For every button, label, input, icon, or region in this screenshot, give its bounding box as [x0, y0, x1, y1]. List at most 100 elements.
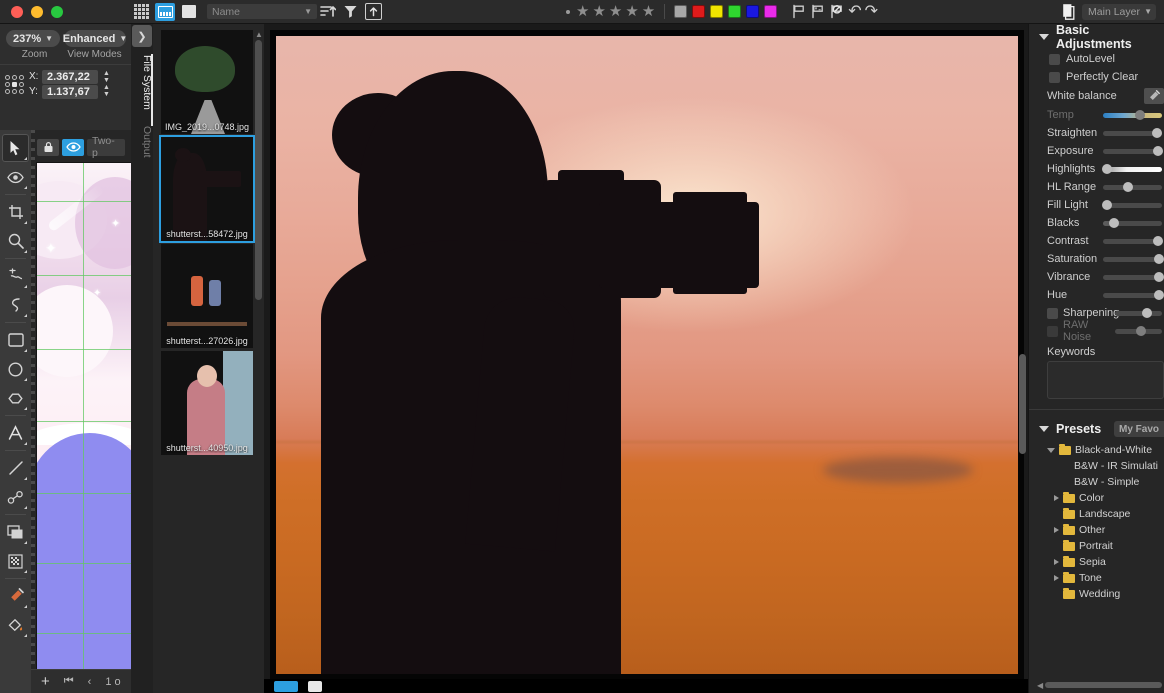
clone-tool[interactable] — [2, 262, 29, 290]
path-tool[interactable] — [2, 483, 29, 511]
sort-field-dropdown[interactable]: Name ▼ — [207, 4, 317, 19]
first-page-button[interactable]: ⏮ — [64, 675, 74, 688]
expand-panel-button[interactable]: ❯ — [132, 25, 152, 47]
minimize-button[interactable] — [31, 5, 43, 18]
tree-item-wedding[interactable]: Wedding — [1047, 586, 1164, 602]
scroll-up-arrow[interactable]: ▲ — [255, 30, 263, 39]
pattern-tool[interactable] — [2, 547, 29, 575]
slider-track[interactable] — [1115, 326, 1162, 336]
anchor-point-selector[interactable] — [5, 74, 24, 94]
sharpening-checkbox[interactable] — [1047, 307, 1058, 319]
presets-horizontal-scrollbar[interactable]: ◀ — [1037, 681, 1162, 690]
line-tool[interactable] — [2, 454, 29, 482]
flag-rejected-icon[interactable] — [829, 4, 845, 19]
view-mode-dropdown[interactable]: Enhanced ▼ — [63, 30, 127, 47]
x-input[interactable]: 2.367,22 — [42, 69, 98, 84]
sidebar-tab-output[interactable]: Output — [131, 118, 153, 166]
slider-knob[interactable] — [1152, 236, 1163, 246]
slider-hue[interactable]: Hue — [1029, 286, 1164, 304]
slider-track[interactable] — [1103, 128, 1163, 138]
tab-my-favorites[interactable]: My Favo — [1113, 421, 1164, 437]
slider-temp[interactable]: Temp — [1029, 106, 1164, 124]
filmstrip-scrollbar[interactable]: ▲ — [255, 30, 263, 687]
presets-header[interactable]: Presets My Favo — [1029, 416, 1164, 442]
close-button[interactable] — [11, 5, 23, 18]
zoom-button[interactable] — [51, 5, 63, 18]
slider-knob[interactable] — [1141, 308, 1152, 318]
tree-item-landscape[interactable]: Landscape — [1047, 506, 1164, 522]
white-balance-picker-button[interactable] — [1144, 88, 1164, 104]
slider-track[interactable] — [1103, 290, 1164, 300]
tree-item-sepia[interactable]: Sepia — [1047, 554, 1164, 570]
rectangle-tool[interactable] — [2, 326, 29, 354]
tree-item-other[interactable]: Other — [1047, 522, 1164, 538]
layer-lock-toggle[interactable] — [37, 138, 59, 156]
scrollbar-thumb[interactable] — [1045, 682, 1162, 688]
slider-exposure[interactable]: Exposure — [1029, 142, 1164, 160]
slider-track[interactable] — [1101, 200, 1162, 210]
slider-contrast[interactable]: Contrast — [1029, 232, 1164, 250]
status-chip[interactable] — [274, 680, 298, 692]
y-input[interactable]: 1.137,67 — [42, 84, 98, 99]
star-5[interactable]: ★ — [642, 4, 655, 19]
scroll-left-arrow[interactable]: ◀ — [1037, 681, 1043, 690]
redo-button[interactable]: ↷ — [865, 3, 878, 20]
slider-track[interactable] — [1103, 236, 1163, 246]
filmstrip-view-button[interactable] — [155, 2, 175, 21]
scrollbar-thumb[interactable] — [255, 40, 262, 300]
caret-down-icon[interactable] — [1047, 447, 1055, 453]
polygon-tool[interactable] — [2, 384, 29, 412]
slider-raw-noise[interactable]: RAW Noise — [1029, 319, 1164, 343]
flag-picked-icon[interactable] — [810, 4, 826, 19]
slider-knob[interactable] — [1135, 326, 1146, 336]
basic-adjustments-header[interactable]: Basic Adjustments — [1029, 23, 1164, 51]
filter-button[interactable] — [339, 2, 361, 22]
star-4[interactable]: ★ — [625, 4, 638, 19]
canvas-area[interactable] — [264, 24, 1028, 693]
text-tool[interactable] — [2, 419, 29, 447]
slider-straighten[interactable]: Straighten — [1029, 124, 1164, 142]
main-image[interactable] — [276, 36, 1018, 674]
single-view-button[interactable] — [179, 3, 199, 21]
slider-knob[interactable] — [1108, 218, 1119, 228]
list-item[interactable]: shutterst...58472.jpg — [161, 137, 253, 241]
tree-item-bw-ir-simulation[interactable]: B&W - IR Simulati — [1047, 458, 1164, 474]
caret-right-icon[interactable] — [1054, 527, 1059, 533]
slider-knob[interactable] — [1101, 200, 1112, 210]
slider-knob[interactable] — [1154, 290, 1164, 300]
list-item[interactable]: shutterst...27026.jpg — [161, 244, 253, 348]
slider-track[interactable] — [1101, 164, 1162, 174]
pointer-tool[interactable] — [2, 134, 29, 162]
keywords-input[interactable] — [1047, 361, 1164, 399]
slider-vibrance[interactable]: Vibrance — [1029, 268, 1164, 286]
crop-tool[interactable] — [2, 198, 29, 226]
grid-view-button[interactable] — [131, 3, 151, 21]
slider-track[interactable] — [1103, 110, 1162, 120]
slider-fill-light[interactable]: Fill Light — [1029, 196, 1164, 214]
slider-track[interactable] — [1103, 218, 1162, 228]
caret-right-icon[interactable] — [1054, 575, 1059, 581]
slider-track[interactable] — [1103, 146, 1164, 156]
slider-knob[interactable] — [1153, 146, 1164, 156]
eyedropper-tool[interactable] — [2, 582, 29, 610]
export-button[interactable] — [365, 3, 382, 20]
slider-knob[interactable] — [1154, 254, 1164, 264]
tree-item-tone[interactable]: Tone — [1047, 570, 1164, 586]
tree-item-portrait[interactable]: Portrait — [1047, 538, 1164, 554]
slider-hl-range[interactable]: HL Range — [1029, 178, 1164, 196]
autolevel-row[interactable]: AutoLevel — [1029, 50, 1164, 68]
color-label-red[interactable] — [692, 5, 706, 18]
raw-noise-checkbox[interactable] — [1047, 325, 1058, 337]
canvas-scrollbar[interactable] — [1019, 354, 1026, 454]
slider-knob[interactable] — [1152, 128, 1163, 138]
layer-name-field[interactable]: Two-p — [87, 135, 125, 159]
color-label-magenta[interactable] — [764, 5, 778, 18]
zoom-tool[interactable] — [2, 227, 29, 255]
tree-item-bw-simple[interactable]: B&W - Simple — [1047, 474, 1164, 490]
star-3[interactable]: ★ — [609, 4, 622, 19]
slider-knob[interactable] — [1123, 182, 1134, 192]
color-label-yellow[interactable] — [710, 5, 724, 18]
layer-dropdown[interactable]: Main Layer ▼ — [1082, 3, 1156, 20]
rating-none-dot[interactable] — [565, 9, 570, 14]
caret-right-icon[interactable] — [1054, 495, 1059, 501]
